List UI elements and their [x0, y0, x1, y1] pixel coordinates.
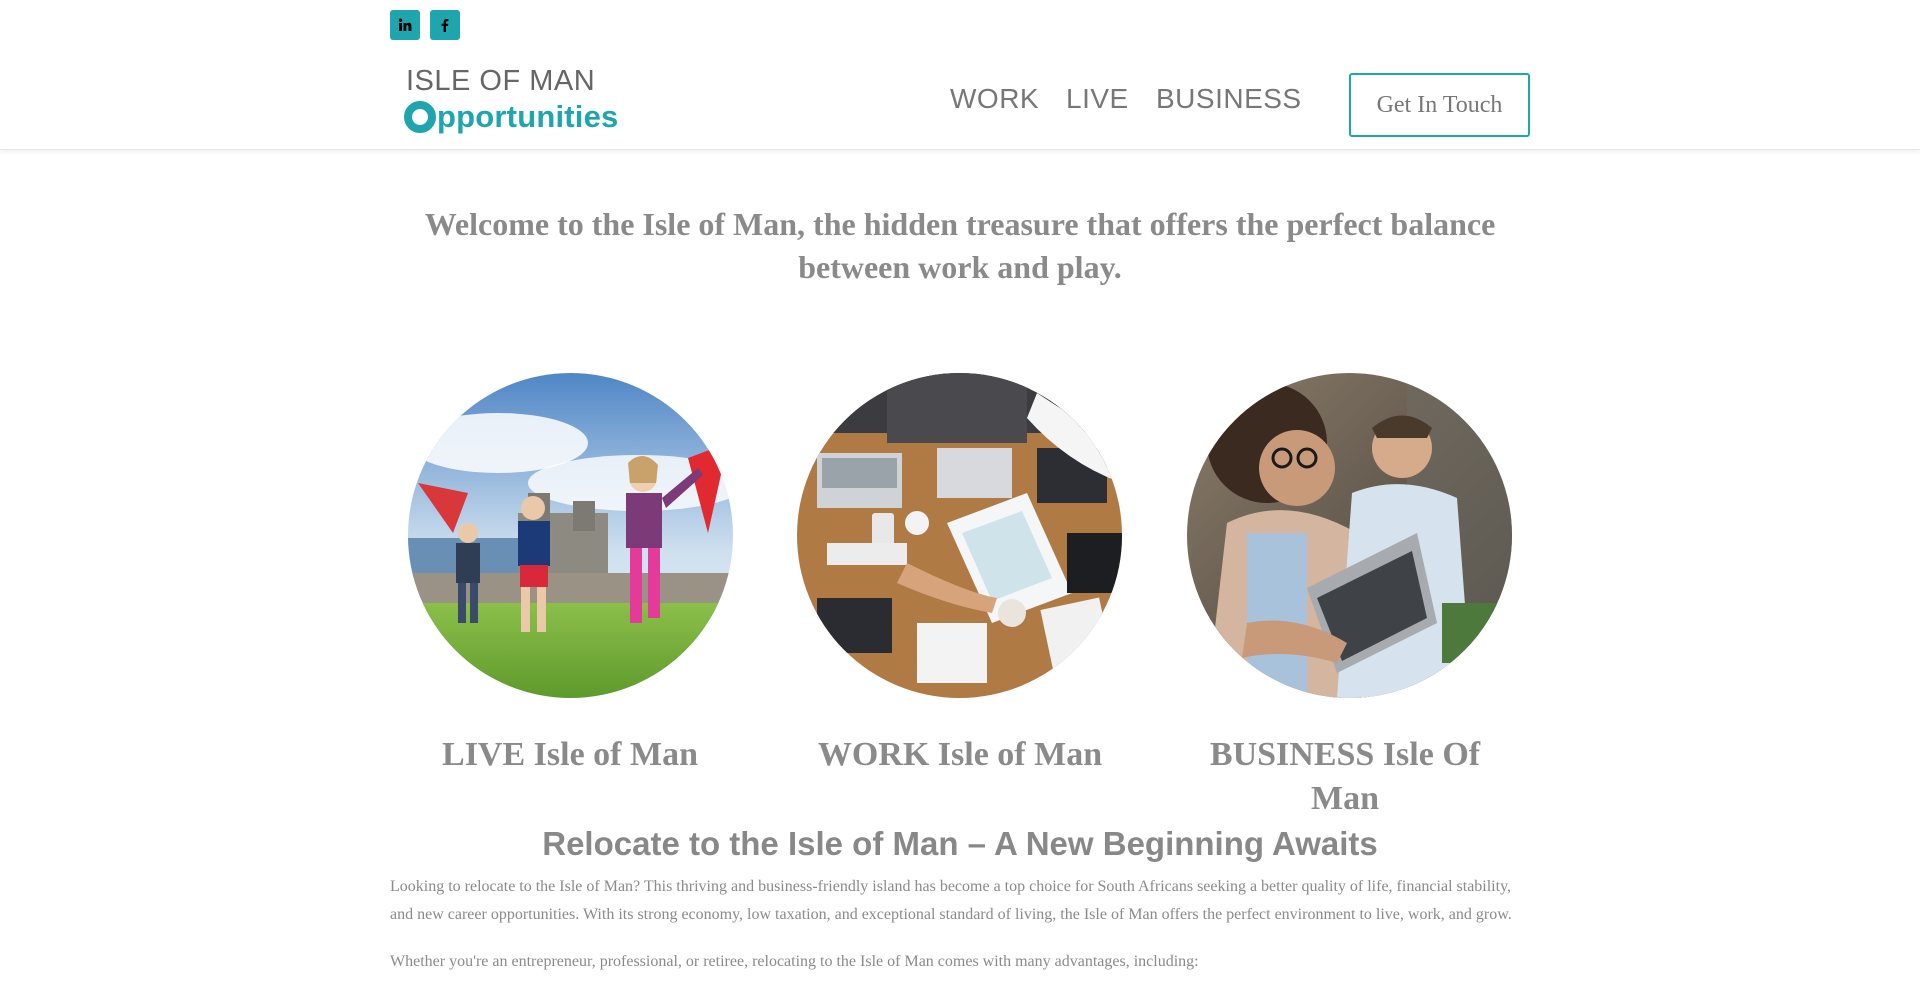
business-image[interactable]	[1187, 373, 1512, 698]
logo-o-ring-icon	[404, 101, 436, 133]
social-bar	[390, 10, 460, 40]
live-image[interactable]	[408, 373, 733, 698]
logo-line-2: pportunities	[404, 98, 619, 136]
site-header	[0, 0, 1920, 150]
relocate-paragraph-1: Looking to relocate to the Isle of Man? …	[390, 878, 1512, 923]
site-logo[interactable]: ISLE OF MAN pportunities	[404, 64, 618, 136]
business-card-title[interactable]: BUSINESS Isle Of Man	[1175, 733, 1515, 821]
logo-line-2-text: pportunities	[437, 99, 619, 134]
facebook-icon[interactable]	[430, 10, 460, 40]
linkedin-icon[interactable]	[390, 10, 420, 40]
relocate-paragraph-2: Whether you're an entrepreneur, professi…	[390, 953, 1199, 970]
nav-business[interactable]: BUSINESS	[1156, 80, 1302, 118]
logo-line-1: ISLE OF MAN	[406, 65, 596, 97]
work-image[interactable]	[797, 373, 1122, 698]
live-card-title[interactable]: LIVE Isle of Man	[400, 733, 740, 777]
nav-work[interactable]: WORK	[950, 80, 1039, 118]
nav-live[interactable]: LIVE	[1066, 80, 1129, 118]
relocate-heading: Relocate to the Isle of Man – A New Begi…	[542, 825, 1378, 862]
work-card-title[interactable]: WORK Isle of Man	[790, 733, 1130, 777]
welcome-heading: Welcome to the Isle of Man, the hidden t…	[424, 206, 1496, 285]
get-in-touch-button[interactable]: Get In Touch	[1349, 73, 1530, 137]
